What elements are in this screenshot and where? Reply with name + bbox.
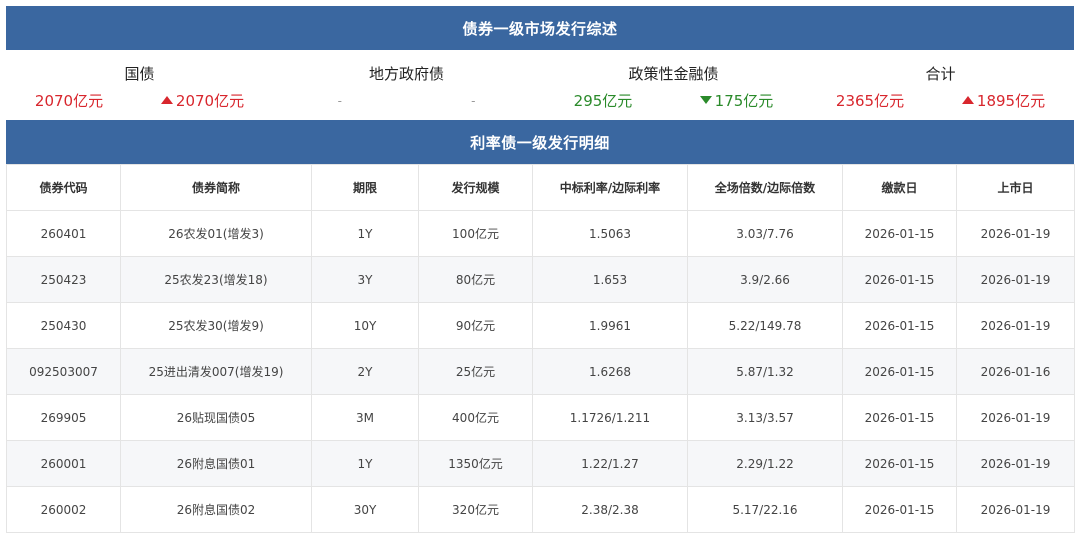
table-cell: 400亿元	[418, 394, 533, 441]
table-cell: 2026-01-15	[842, 348, 957, 395]
column-header: 缴款日	[842, 164, 957, 211]
table-cell: 2026-01-15	[842, 394, 957, 441]
table-cell: 2026-01-19	[956, 210, 1075, 257]
table-row: 260001 26附息国债01 1Y 1350亿元 1.22/1.27 2.29…	[6, 440, 1075, 487]
table-cell: 250430	[6, 302, 121, 349]
change-value: 1895亿元	[961, 90, 1045, 112]
table-cell: 30Y	[311, 486, 419, 533]
table-cell: 260401	[6, 210, 121, 257]
issuance-value: 2070亿元	[34, 92, 104, 110]
table-cell: 092503007	[6, 348, 121, 395]
table-cell: 26附息国债02	[120, 486, 312, 533]
table-cell: 25进出清发007(增发19)	[120, 348, 312, 395]
table-cell: 3M	[311, 394, 419, 441]
table-cell: 3.13/3.57	[687, 394, 843, 441]
table-cell: 2026-01-19	[956, 394, 1075, 441]
table-cell: 260002	[6, 486, 121, 533]
up-arrow-icon	[160, 96, 173, 104]
table-cell: 1Y	[311, 210, 419, 257]
summary-col-total: 合计 2365亿元 1895亿元	[807, 50, 1074, 120]
table-cell: 25亿元	[418, 348, 533, 395]
table-cell: 90亿元	[418, 302, 533, 349]
table-cell: 2026-01-15	[842, 210, 957, 257]
summary-col-title: 政策性金融债	[628, 65, 719, 83]
table-cell: 26贴现国债05	[120, 394, 312, 441]
table-row: 260401 26农发01(增发3) 1Y 100亿元 1.5063 3.03/…	[6, 210, 1075, 257]
table-cell: 2026-01-15	[842, 440, 957, 487]
summary-col-title: 合计	[925, 65, 956, 83]
table-cell: 2026-01-19	[956, 256, 1075, 303]
column-header: 债券简称	[120, 164, 312, 211]
column-header: 债券代码	[6, 164, 121, 211]
column-header: 期限	[311, 164, 419, 211]
table-cell: 269905	[6, 394, 121, 441]
table-cell: 1.6268	[532, 348, 688, 395]
detail-banner: 利率债一级发行明细	[6, 120, 1074, 164]
table-cell: 1.5063	[532, 210, 688, 257]
column-header: 全场倍数/边际倍数	[687, 164, 843, 211]
table-cell: 100亿元	[418, 210, 533, 257]
table-cell: 2026-01-15	[842, 486, 957, 533]
table-cell: 2026-01-15	[842, 302, 957, 349]
summary-col-treasury: 国债 2070亿元 2070亿元	[6, 50, 273, 120]
table-cell: 25农发30(增发9)	[120, 302, 312, 349]
detail-title: 利率债一级发行明细	[470, 133, 610, 152]
table-cell: 1350亿元	[418, 440, 533, 487]
table-cell: 5.17/22.16	[687, 486, 843, 533]
table-cell: 3.03/7.76	[687, 210, 843, 257]
table-cell: 3.9/2.66	[687, 256, 843, 303]
issuance-value: 2365亿元	[835, 92, 905, 110]
table-cell: 80亿元	[418, 256, 533, 303]
change-value: 175亿元	[699, 90, 773, 112]
table-row: 269905 26贴现国债05 3M 400亿元 1.1726/1.211 3.…	[6, 394, 1075, 441]
table-cell: 10Y	[311, 302, 419, 349]
issuance-detail-table: 债券代码 债券简称 期限 发行规模 中标利率/边际利率 全场倍数/边际倍数 缴款…	[6, 164, 1075, 533]
summary-section: 国债 2070亿元 2070亿元 地方政府债 - - 政策性金融债 295亿元 …	[6, 50, 1074, 120]
table-cell: 1.9961	[532, 302, 688, 349]
up-arrow-icon	[961, 96, 974, 104]
summary-col-policy-bank: 政策性金融债 295亿元 175亿元	[540, 50, 807, 120]
table-cell: 2.38/2.38	[532, 486, 688, 533]
table-cell: 2026-01-19	[956, 486, 1075, 533]
table-cell: 2Y	[311, 348, 419, 395]
table-cell: 2.29/1.22	[687, 440, 843, 487]
column-header: 发行规模	[418, 164, 533, 211]
summary-title: 债券一级市场发行综述	[462, 19, 618, 38]
summary-col-title: 地方政府债	[368, 65, 444, 83]
issuance-value: 295亿元	[573, 92, 633, 110]
table-cell: 260001	[6, 440, 121, 487]
table-cell: 320亿元	[418, 486, 533, 533]
table-cell: 1.1726/1.211	[532, 394, 688, 441]
table-cell: 1.653	[532, 256, 688, 303]
table-cell: 25农发23(增发18)	[120, 256, 312, 303]
table-cell: 2026-01-16	[956, 348, 1075, 395]
table-cell: 26附息国债01	[120, 440, 312, 487]
table-header-row: 债券代码 债券简称 期限 发行规模 中标利率/边际利率 全场倍数/边际倍数 缴款…	[6, 164, 1075, 211]
table-row: 260002 26附息国债02 30Y 320亿元 2.38/2.38 5.17…	[6, 486, 1075, 533]
report-container: 债券一级市场发行综述 国债 2070亿元 2070亿元 地方政府债 - - 政策…	[6, 6, 1075, 540]
table-cell: 3Y	[311, 256, 419, 303]
column-header: 上市日	[956, 164, 1075, 211]
change-value: -	[471, 94, 476, 108]
table-cell: 2026-01-15	[842, 256, 957, 303]
table-cell: 5.87/1.32	[687, 348, 843, 395]
down-arrow-icon	[699, 96, 712, 104]
column-header: 中标利率/边际利率	[532, 164, 688, 211]
issuance-value: -	[337, 94, 342, 108]
table-row: 250430 25农发30(增发9) 10Y 90亿元 1.9961 5.22/…	[6, 302, 1075, 349]
table-cell: 2026-01-19	[956, 440, 1075, 487]
summary-col-local-gov: 地方政府债 - -	[273, 50, 540, 120]
table-cell: 250423	[6, 256, 121, 303]
table-cell: 2026-01-19	[956, 302, 1075, 349]
table-cell: 1.22/1.27	[532, 440, 688, 487]
summary-col-title: 国债	[124, 65, 155, 83]
summary-banner: 债券一级市场发行综述	[6, 6, 1074, 50]
table-row: 250423 25农发23(增发18) 3Y 80亿元 1.653 3.9/2.…	[6, 256, 1075, 303]
table-cell: 26农发01(增发3)	[120, 210, 312, 257]
change-value: 2070亿元	[160, 90, 244, 112]
table-cell: 5.22/149.78	[687, 302, 843, 349]
table-row: 092503007 25进出清发007(增发19) 2Y 25亿元 1.6268…	[6, 348, 1075, 395]
table-cell: 1Y	[311, 440, 419, 487]
